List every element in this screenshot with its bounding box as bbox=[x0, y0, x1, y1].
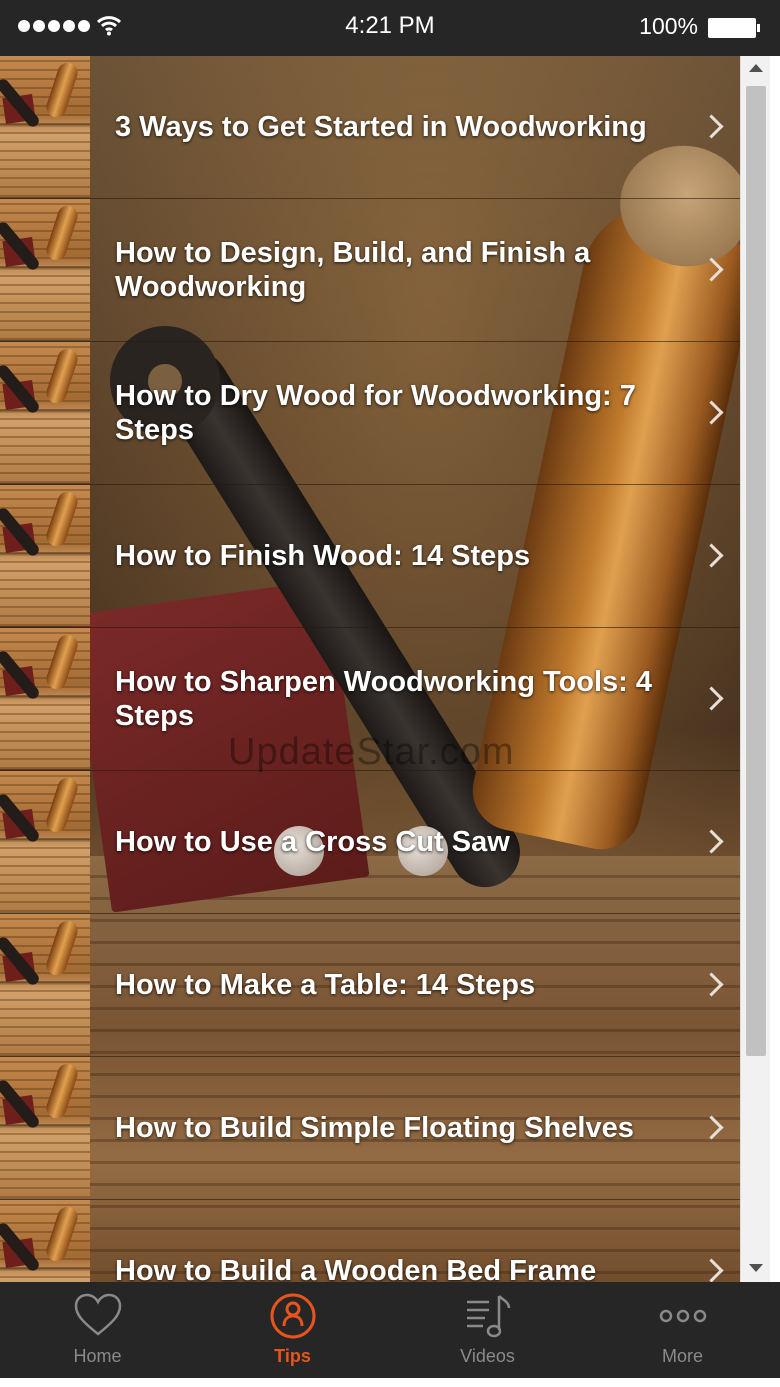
article-title: How to Build a Wooden Bed Frame bbox=[115, 1255, 597, 1282]
tab-more-label: More bbox=[661, 1346, 703, 1366]
music-list-icon bbox=[466, 1295, 510, 1338]
user-circle-icon bbox=[270, 1293, 315, 1339]
tab-videos[interactable]: Videos bbox=[390, 1282, 585, 1378]
article-title: How to Dry Wood for Woodworking: 7 Steps bbox=[115, 380, 636, 446]
list-item[interactable]: How to Build a Wooden Bed Frame bbox=[0, 1200, 740, 1282]
list-item[interactable]: How to Sharpen Woodworking Tools: 4 Step… bbox=[0, 628, 740, 771]
chevron-right-icon bbox=[699, 1258, 724, 1282]
article-thumbnail bbox=[0, 914, 90, 1055]
list-item[interactable]: How to Make a Table: 14 Steps bbox=[0, 914, 740, 1057]
battery-percent: 100% bbox=[639, 13, 698, 39]
article-title: How to Use a Cross Cut Saw bbox=[115, 826, 510, 858]
list-item[interactable]: How to Use a Cross Cut Saw bbox=[0, 771, 740, 914]
chevron-right-icon bbox=[699, 829, 724, 854]
article-thumbnail bbox=[0, 485, 90, 626]
article-title: How to Finish Wood: 14 Steps bbox=[115, 540, 531, 572]
article-list: 3 Ways to Get Started in Woodworking How … bbox=[0, 56, 740, 1282]
article-thumbnail bbox=[0, 628, 90, 769]
tab-home-label: Home bbox=[73, 1346, 122, 1366]
article-thumbnail bbox=[0, 342, 90, 483]
list-item[interactable]: How to Dry Wood for Woodworking: 7 Steps bbox=[0, 342, 740, 485]
tab-more[interactable]: More bbox=[585, 1282, 780, 1378]
article-title: How to Build Simple Floating Shelves bbox=[115, 1112, 634, 1144]
list-item[interactable]: How to Build Simple Floating Shelves bbox=[0, 1057, 740, 1200]
chevron-right-icon bbox=[699, 1115, 724, 1140]
right-edge bbox=[770, 56, 780, 1282]
list-item[interactable]: 3 Ways to Get Started in Woodworking bbox=[0, 56, 740, 199]
chevron-right-icon bbox=[699, 686, 724, 711]
article-thumbnail bbox=[0, 771, 90, 912]
heart-icon bbox=[74, 1293, 121, 1336]
bottom-strip bbox=[0, 1378, 780, 1387]
article-thumbnail bbox=[0, 1057, 90, 1198]
article-title: How to Design, Build, and Finish a Woodw… bbox=[115, 237, 591, 303]
article-list-view[interactable]: 3 Ways to Get Started in Woodworking How … bbox=[0, 56, 780, 1282]
article-thumbnail bbox=[0, 56, 90, 197]
scroll-up-arrow-icon[interactable] bbox=[749, 64, 763, 72]
chevron-right-icon bbox=[699, 400, 724, 425]
chevron-right-icon bbox=[699, 257, 724, 282]
chevron-right-icon bbox=[699, 972, 724, 997]
list-item[interactable]: How to Design, Build, and Finish a Woodw… bbox=[0, 199, 740, 342]
tab-bar: Home Tips Videos More bbox=[0, 1282, 780, 1378]
chevron-right-icon bbox=[699, 543, 724, 568]
tab-tips-label: Tips bbox=[274, 1346, 311, 1366]
tab-videos-label: Videos bbox=[460, 1346, 515, 1366]
chevron-right-icon bbox=[699, 114, 724, 139]
battery-icon bbox=[708, 18, 760, 38]
status-bar: 4:21 PM 100% bbox=[0, 0, 780, 56]
article-title: How to Make a Table: 14 Steps bbox=[115, 969, 536, 1001]
tab-tips[interactable]: Tips bbox=[195, 1282, 390, 1378]
scroll-down-arrow-icon[interactable] bbox=[749, 1264, 763, 1272]
scrollbar[interactable] bbox=[740, 56, 771, 1282]
tab-home[interactable]: Home bbox=[0, 1282, 195, 1378]
article-title: 3 Ways to Get Started in Woodworking bbox=[115, 111, 647, 143]
article-title: How to Sharpen Woodworking Tools: 4 Step… bbox=[115, 666, 653, 732]
article-thumbnail bbox=[0, 199, 90, 340]
article-thumbnail bbox=[0, 1200, 90, 1282]
scrollbar-thumb[interactable] bbox=[746, 86, 766, 1056]
more-dots-icon bbox=[659, 1309, 706, 1323]
list-item[interactable]: How to Finish Wood: 14 Steps bbox=[0, 485, 740, 628]
